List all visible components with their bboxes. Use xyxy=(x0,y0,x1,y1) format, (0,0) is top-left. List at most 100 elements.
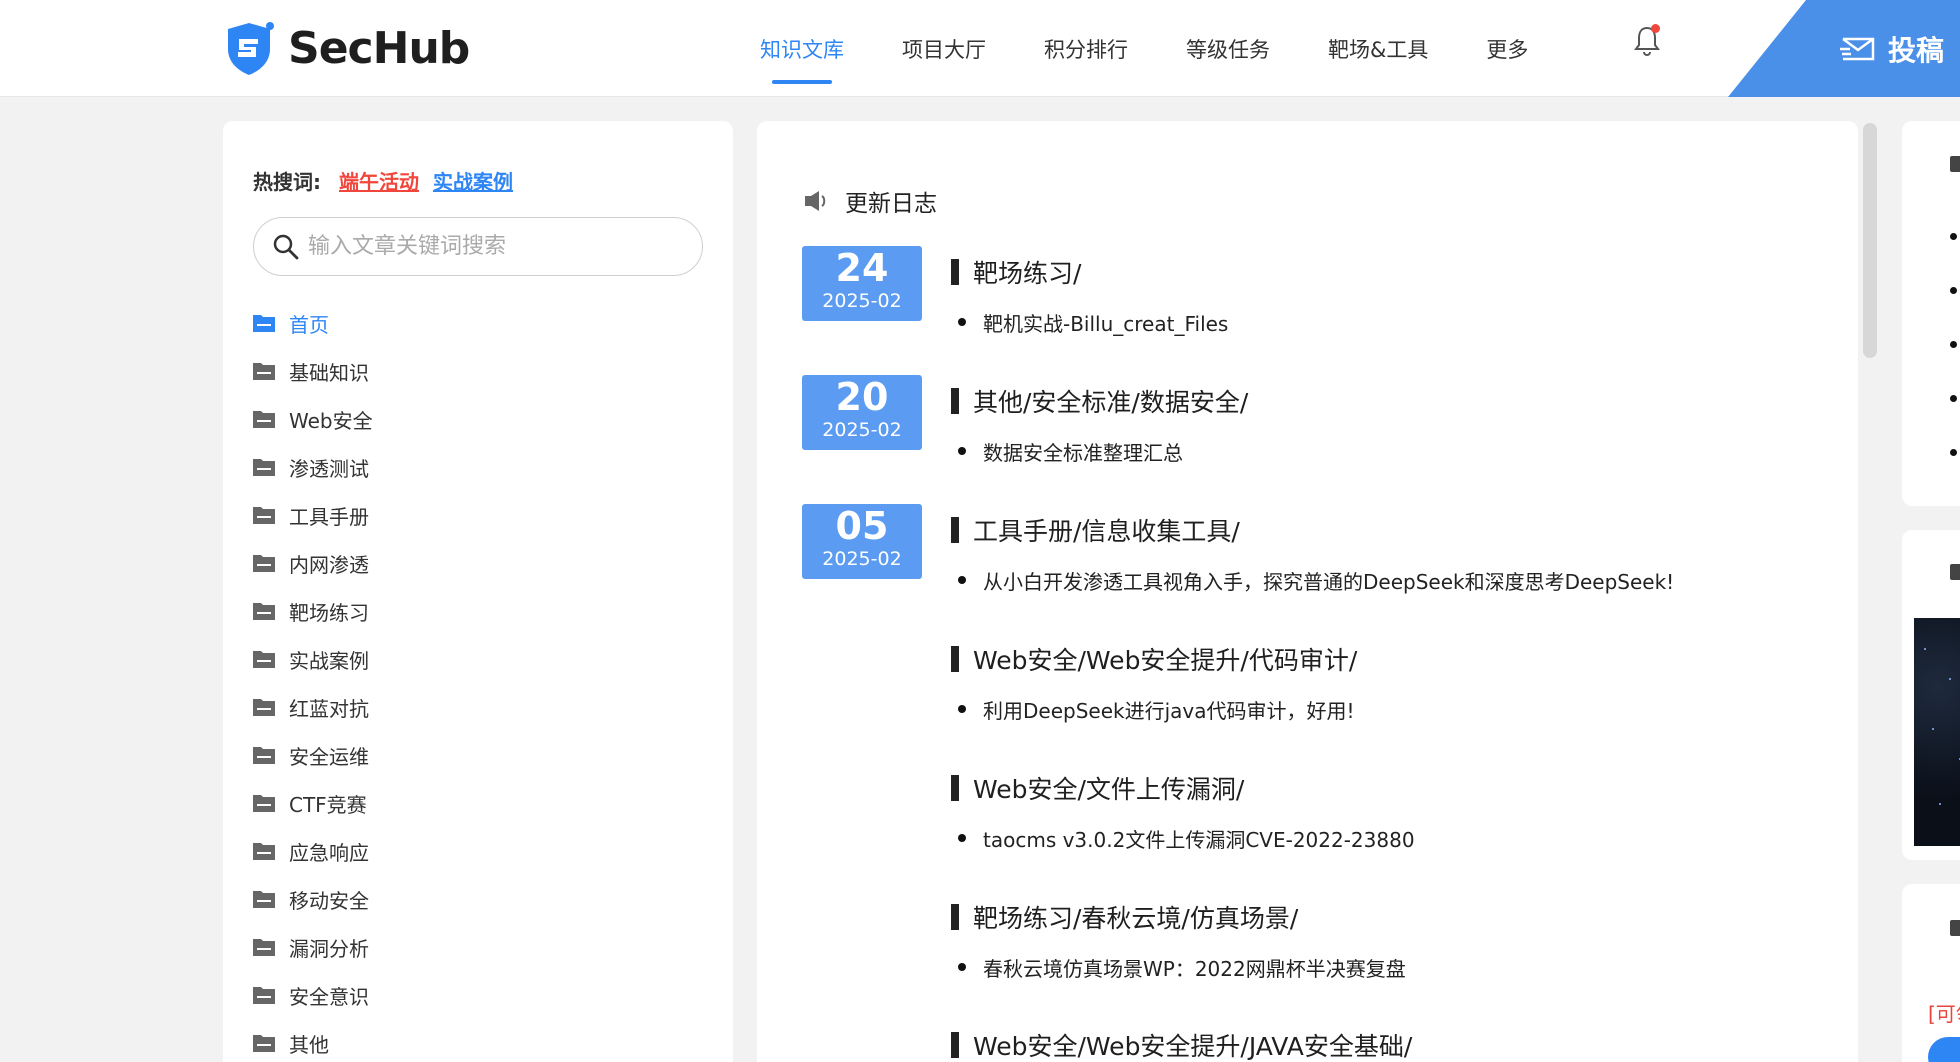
list-bullet xyxy=(1950,233,1957,240)
category-label: 工具手册 xyxy=(289,504,369,529)
date-day: 20 xyxy=(835,375,889,419)
search-icon xyxy=(273,234,299,259)
entry-article-link[interactable]: 靶机实战-Billu_creat_Files xyxy=(951,307,1228,337)
submit-article-button[interactable]: 投稿 xyxy=(1728,0,1960,97)
category-label: 红蓝对抗 xyxy=(289,696,369,721)
date-day: 24 xyxy=(835,246,889,290)
category-label: 应急响应 xyxy=(289,840,369,865)
category-basics[interactable]: 基础知识 xyxy=(253,347,373,395)
notification-dot xyxy=(1651,24,1660,33)
nav-project-hall[interactable]: 项目大厅 xyxy=(902,0,986,97)
folder-icon xyxy=(253,843,275,860)
entry-article-link[interactable]: 春秋云境仿真场景WP：2022网鼎杯半决赛复盘 xyxy=(951,952,1406,982)
panel-header-icon xyxy=(1950,920,1960,936)
folder-icon xyxy=(253,891,275,908)
category-penetration-testing[interactable]: 渗透测试 xyxy=(253,443,373,491)
log-entry: Web安全/Web安全提升/代码审计/ 利用DeepSeek进行java代码审计… xyxy=(951,641,1357,724)
folder-icon xyxy=(253,411,275,428)
hot-word-case-studies[interactable]: 实战案例 xyxy=(433,166,513,195)
entry-category-path[interactable]: 工具手册/信息收集工具/ xyxy=(973,512,1240,548)
category-case-studies[interactable]: 实战案例 xyxy=(253,635,373,683)
update-log-title: 更新日志 xyxy=(845,191,937,217)
log-entry: 靶场练习/春秋云境/仿真场景/ 春秋云境仿真场景WP：2022网鼎杯半决赛复盘 xyxy=(951,899,1406,982)
category-intranet-penetration[interactable]: 内网渗透 xyxy=(253,539,373,587)
entry-category-path[interactable]: 靶场练习/ xyxy=(973,254,1081,290)
category-incident-response[interactable]: 应急响应 xyxy=(253,827,373,875)
logo-text: SecHub xyxy=(288,22,470,74)
category-mobile-security[interactable]: 移动安全 xyxy=(253,875,373,923)
folder-icon xyxy=(253,795,275,812)
submit-label: 投稿 xyxy=(1888,33,1945,67)
update-log-header: 更新日志 xyxy=(803,184,937,218)
main-scrollbar[interactable] xyxy=(1863,123,1877,358)
category-label: 安全意识 xyxy=(289,984,369,1009)
date-year-month: 2025-02 xyxy=(822,419,902,441)
category-home[interactable]: 首页 xyxy=(253,299,373,347)
category-ctf[interactable]: CTF竞赛 xyxy=(253,779,373,827)
speaker-icon xyxy=(805,191,826,211)
panel-header-icon xyxy=(1950,564,1960,580)
category-range-practice[interactable]: 靶场练习 xyxy=(253,587,373,635)
nav-points-ranking[interactable]: 积分排行 xyxy=(1044,0,1128,97)
top-header: SecHub 知识文库 项目大厅 积分排行 等级任务 靶场&工具 更多 投稿 xyxy=(0,0,1960,97)
category-label: Web安全 xyxy=(289,408,373,433)
entry-category-path[interactable]: Web安全/文件上传漏洞/ xyxy=(973,770,1244,806)
folder-icon xyxy=(253,507,275,524)
category-label: 首页 xyxy=(289,312,329,337)
folder-icon xyxy=(253,363,275,380)
hot-word-dragon-boat[interactable]: 端午活动 xyxy=(339,166,419,195)
date-year-month: 2025-02 xyxy=(822,290,902,312)
article-search-input[interactable] xyxy=(308,234,688,259)
folder-icon xyxy=(253,315,275,332)
category-label: 其他 xyxy=(289,1032,329,1057)
entry-category-path[interactable]: 靶场练习/春秋云境/仿真场景/ xyxy=(973,899,1298,935)
list-bullet xyxy=(1950,449,1957,456)
right-panel-bottom: [可领 xyxy=(1902,884,1960,1062)
hot-search: 热搜词: 端午活动 实战案例 xyxy=(253,166,527,195)
category-tool-manual[interactable]: 工具手册 xyxy=(253,491,373,539)
folder-icon xyxy=(253,1035,275,1052)
notification-bell-icon[interactable] xyxy=(1632,24,1662,58)
list-bullet xyxy=(1950,341,1957,348)
claim-link[interactable]: [可领 xyxy=(1928,998,1960,1027)
log-entry: 靶场练习/ 靶机实战-Billu_creat_Files xyxy=(951,254,1228,337)
date-badge: 20 2025-02 xyxy=(802,375,922,450)
main-nav: 知识文库 项目大厅 积分排行 等级任务 靶场&工具 更多 xyxy=(760,0,1586,97)
nav-knowledge-library[interactable]: 知识文库 xyxy=(760,0,844,97)
category-web-security[interactable]: Web安全 xyxy=(253,395,373,443)
entry-article-link[interactable]: 从小白开发渗透工具视角入手，探究普通的DeepSeek和深度思考DeepSeek… xyxy=(951,565,1674,595)
category-label: 渗透测试 xyxy=(289,456,369,481)
category-vulnerability-analysis[interactable]: 漏洞分析 xyxy=(253,923,373,971)
category-label: 实战案例 xyxy=(289,648,369,673)
entry-article-link[interactable]: taocms v3.0.2文件上传漏洞CVE-2022-23880 xyxy=(951,823,1415,853)
log-entry: 工具手册/信息收集工具/ 从小白开发渗透工具视角入手，探究普通的DeepSeek… xyxy=(951,512,1674,595)
folder-icon xyxy=(253,747,275,764)
nav-level-tasks[interactable]: 等级任务 xyxy=(1186,0,1270,97)
date-badge: 24 2025-02 xyxy=(802,246,922,321)
submit-icon xyxy=(1840,37,1875,60)
folder-icon xyxy=(253,459,275,476)
list-bullet xyxy=(1950,287,1957,294)
entry-category-path[interactable]: 其他/安全标准/数据安全/ xyxy=(973,383,1248,419)
claim-button[interactable] xyxy=(1928,1037,1960,1062)
nav-more[interactable]: 更多 xyxy=(1486,0,1528,97)
category-security-awareness[interactable]: 安全意识 xyxy=(253,971,373,1019)
list-bullet xyxy=(1950,395,1957,402)
date-day: 05 xyxy=(835,504,889,548)
article-search-box[interactable] xyxy=(253,217,703,276)
left-sidebar: 热搜词: 端午活动 实战案例 首页 基础知识 Web安全 渗透测试 工具手册 xyxy=(223,121,733,1062)
category-red-blue[interactable]: 红蓝对抗 xyxy=(253,683,373,731)
entry-article-link[interactable]: 利用DeepSeek进行java代码审计，好用! xyxy=(951,694,1357,724)
logo[interactable]: SecHub xyxy=(220,18,470,78)
promo-image[interactable] xyxy=(1914,618,1960,846)
folder-icon xyxy=(253,987,275,1004)
entry-category-path[interactable]: Web安全/Web安全提升/代码审计/ xyxy=(973,641,1357,677)
entry-article-link[interactable]: 数据安全标准整理汇总 xyxy=(951,436,1248,466)
category-other[interactable]: 其他 xyxy=(253,1019,373,1062)
category-security-ops[interactable]: 安全运维 xyxy=(253,731,373,779)
nav-range-tools[interactable]: 靶场&工具 xyxy=(1328,0,1428,97)
category-list: 首页 基础知识 Web安全 渗透测试 工具手册 内网渗透 靶场练习 实战案例 红… xyxy=(253,299,373,1062)
folder-icon xyxy=(253,699,275,716)
category-label: 移动安全 xyxy=(289,888,369,913)
entry-category-path[interactable]: Web安全/Web安全提升/JAVA安全基础/ xyxy=(973,1027,1412,1062)
